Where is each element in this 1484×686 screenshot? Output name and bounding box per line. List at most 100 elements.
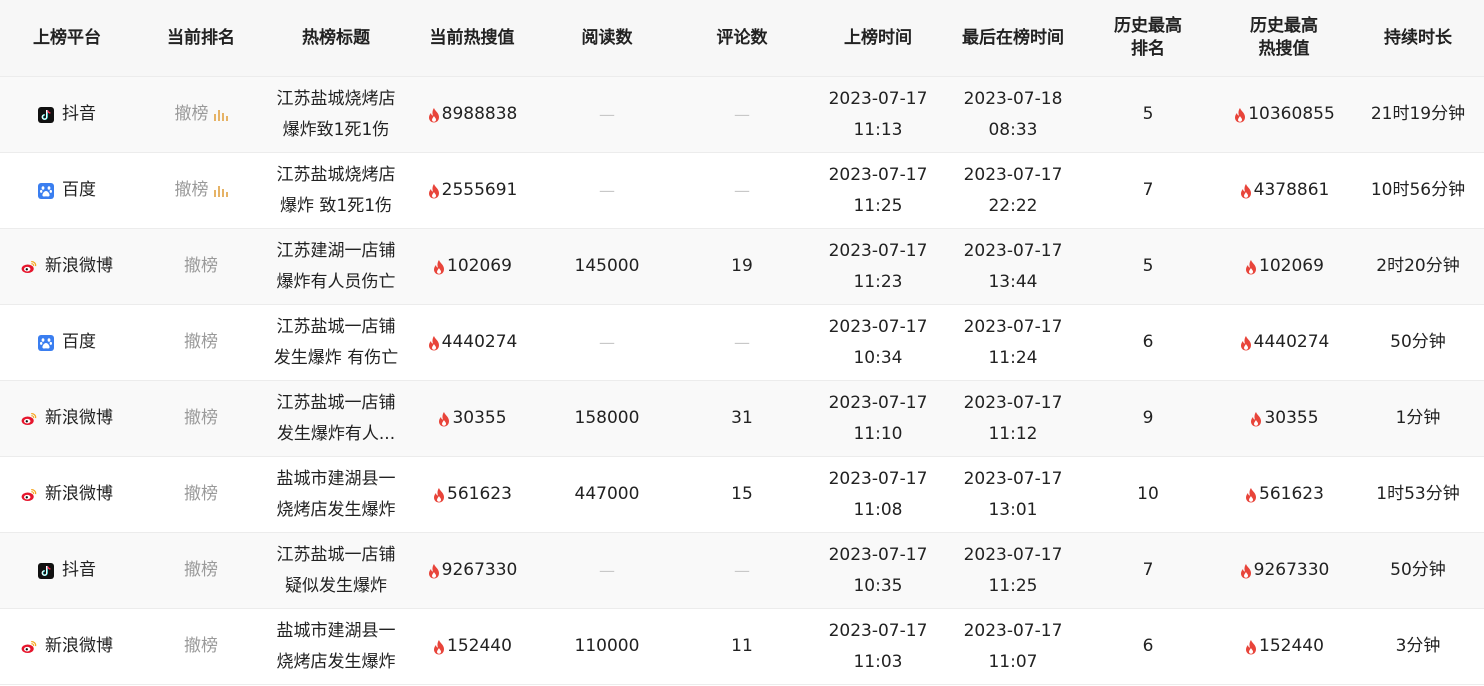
hot-title[interactable]: 江苏盐城烧烤店 爆炸致1死1伤 [277,84,396,146]
hot-value-cell: 152440 [404,631,540,662]
duration-cell: 50分钟 [1352,555,1484,586]
best-rank-value: 5 [1142,256,1154,276]
hot-list-table: 上榜平台 当前排名 热榜标题 当前热搜值 阅读数 评论数 上榜时间 最后在榜时间 历史最高 排名… [0,0,1484,685]
hot-title[interactable]: 江苏盐城一店铺 疑似发生爆炸 [277,540,396,602]
title-cell[interactable]: 江苏盐城烧烤店 爆炸致1死1伤 [268,84,404,146]
platform-cell: 百度 [0,175,134,206]
best-rank-value: 6 [1142,332,1154,352]
fire-icon [434,259,445,274]
table-header: 上榜平台 当前排名 热榜标题 当前热搜值 阅读数 评论数 上榜时间 最后在榜时间 历史最高 排名… [0,0,1484,77]
hot-title-line: 盐城市建湖县一 [276,620,396,641]
platform-name: 百度 [62,180,96,200]
reads-value: — [599,105,615,124]
platform-name: 百度 [62,332,96,352]
comments-value: — [734,561,750,580]
hot-value-cell: 4440274 [404,327,540,358]
header-platform: 上榜平台 [33,27,101,48]
on-clock: 11:25 [853,195,903,216]
rank-status: 撤榜 [184,256,218,276]
platform-cell: 新浪微博 [0,479,134,510]
rank-cell: 撤榜 [134,479,268,510]
on-date: 2023-07-17 [828,316,928,337]
hot-title[interactable]: 盐城市建湖县一 烧烤店发生爆炸 [277,464,396,526]
hot-title-line: 疑似发生爆炸 [285,575,387,596]
platform-name: 抖音 [62,560,96,580]
title-cell[interactable]: 盐城市建湖县一 烧烤店发生爆炸 [268,616,404,678]
rank-status: 撤榜 [184,408,218,428]
duration-value: 2时20分钟 [1376,256,1460,276]
hot-value-cell: 2555691 [404,175,540,206]
on-clock: 11:13 [853,119,903,140]
baidu-icon [38,334,54,351]
header-last-time: 最后在榜时间 [962,27,1064,48]
rank-cell: 撤榜 [134,251,268,282]
last-clock: 11:07 [988,651,1038,672]
last-clock: 13:44 [988,271,1038,292]
hot-title[interactable]: 盐城市建湖县一 烧烤店发生爆炸 [277,616,396,678]
title-cell[interactable]: 江苏盐城烧烤店 爆炸 致1死1伤 [268,160,404,222]
table-row[interactable]: 百度 撤榜 江苏盐城烧烤店 爆炸 致1死1伤 2555691 — — 2023-07-17 11… [0,153,1484,229]
weibo-icon [21,640,37,653]
last-time-cell: 2023-07-18 08:33 [946,84,1080,146]
table-row[interactable]: 新浪微博 撤榜 江苏建湖一店铺 爆炸有人员伤亡 102069 145000 19 2023-0… [0,229,1484,305]
title-cell[interactable]: 江苏盐城一店铺 疑似发生爆炸 [268,540,404,602]
header-on-time: 上榜时间 [844,27,912,48]
title-cell[interactable]: 盐城市建湖县一 烧烤店发生爆炸 [268,464,404,526]
fire-icon [434,487,445,502]
hot-value-cell: 8988838 [404,99,540,130]
on-clock: 10:35 [853,575,903,596]
reads-value: — [599,333,615,352]
table-row[interactable]: 新浪微博 撤榜 盐城市建湖县一 烧烤店发生爆炸 561623 447000 15 2023-0… [0,457,1484,533]
reads-value: 145000 [574,256,640,276]
platform-cell: 新浪微博 [0,251,134,282]
douyin-icon [38,562,54,579]
platform-name: 新浪微博 [45,408,113,428]
title-cell[interactable]: 江苏盐城一店铺 发生爆炸 有伤亡 [268,312,404,374]
on-time-cell: 2023-07-17 11:23 [810,236,946,298]
on-time-cell: 2023-07-17 11:25 [810,160,946,222]
table-row[interactable]: 抖音 撤榜 江苏盐城一店铺 疑似发生爆炸 9267330 — — 2023-07-17 10:3… [0,533,1484,609]
on-date: 2023-07-17 [828,392,928,413]
header-duration: 持续时长 [1384,27,1452,48]
reads-cell: — [540,327,674,358]
reads-cell: 110000 [540,631,674,662]
table-row[interactable]: 新浪微博 撤榜 江苏盐城一店铺 发生爆炸有人... 30355 158000 31 2023-… [0,381,1484,457]
fire-icon [1240,335,1251,350]
table-row[interactable]: 百度 撤榜 江苏盐城一店铺 发生爆炸 有伤亡 4440274 — — 2023-07-17 10… [0,305,1484,381]
rank-status: 撤榜 [174,104,209,124]
best-rank-value: 7 [1142,180,1154,200]
rank-cell: 撤榜 [134,327,268,358]
title-cell[interactable]: 江苏盐城一店铺 发生爆炸有人... [268,388,404,450]
last-time-cell: 2023-07-17 13:01 [946,464,1080,526]
hot-title[interactable]: 江苏建湖一店铺 爆炸有人员伤亡 [277,236,396,298]
on-date: 2023-07-17 [828,240,928,261]
header-hot: 当前热搜值 [429,27,515,48]
hot-title[interactable]: 江苏盐城一店铺 发生爆炸 有伤亡 [274,312,398,374]
duration-cell: 50分钟 [1352,327,1484,358]
on-time-cell: 2023-07-17 11:03 [810,616,946,678]
comments-cell: — [674,327,810,358]
fire-icon [439,411,450,426]
best-rank-cell: 6 [1080,327,1216,358]
header-best-hot: 历史最高 热搜值 [1250,16,1318,59]
last-date: 2023-07-17 [963,544,1063,565]
best-hot-value: 10360855 [1248,104,1335,124]
hot-title-line: 发生爆炸有人... [276,423,396,444]
rank-trend-icon[interactable] [213,184,228,197]
header-reads: 阅读数 [581,27,633,48]
last-clock: 22:22 [988,195,1038,216]
duration-cell: 3分钟 [1352,631,1484,662]
rank-trend-icon[interactable] [213,108,228,121]
comments-cell: — [674,99,810,130]
hot-title[interactable]: 江苏盐城一店铺 发生爆炸有人... [277,388,396,450]
table-row[interactable]: 新浪微博 撤榜 盐城市建湖县一 烧烤店发生爆炸 152440 110000 11 2023-0… [0,609,1484,685]
rank-cell: 撤榜 [134,175,268,206]
table-row[interactable]: 抖音 撤榜 江苏盐城烧烤店 爆炸致1死1伤 8988838 — — 2023-07-17 11:… [0,77,1484,153]
title-cell[interactable]: 江苏建湖一店铺 爆炸有人员伤亡 [268,236,404,298]
hot-title[interactable]: 江苏盐城烧烤店 爆炸 致1死1伤 [277,160,396,222]
best-hot-value: 4378861 [1253,180,1330,200]
best-hot-value: 9267330 [1253,560,1330,580]
platform-name: 抖音 [62,104,96,124]
last-date: 2023-07-17 [963,468,1063,489]
duration-value: 10时56分钟 [1370,180,1466,200]
